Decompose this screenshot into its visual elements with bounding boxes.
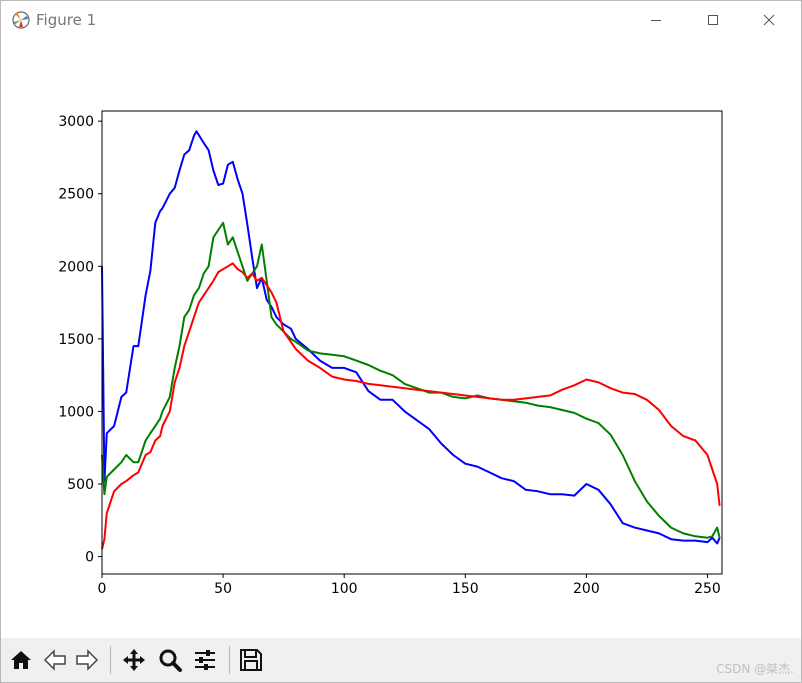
pan-button[interactable]: [120, 646, 148, 674]
close-icon: [763, 14, 775, 26]
y-tick-label: 2500: [58, 187, 94, 203]
home-button[interactable]: [7, 646, 35, 674]
pan-icon: [123, 649, 145, 671]
watermark: CSDN @桀杰.: [716, 662, 794, 676]
title-bar[interactable]: Figure 1: [1, 1, 801, 39]
x-tick-label: 50: [214, 581, 232, 597]
maximize-icon: [708, 15, 718, 25]
window-title: Figure 1: [36, 11, 97, 29]
y-tick-label: 0: [85, 550, 94, 566]
line-chart[interactable]: 0 50 100 150 200 250050010001500200025003000: [1, 39, 801, 638]
x-tick-label: 250: [694, 581, 721, 597]
configure-subplots-icon: [195, 650, 215, 670]
figure-window: Figure 1 0 50 100 150 200 250 0 500 1000 1500 2000…: [0, 0, 802, 683]
back-button[interactable]: [41, 646, 69, 674]
series-line-1: [101, 130, 721, 545]
series-line-2: [101, 221, 721, 539]
zoom-icon: [159, 649, 182, 672]
y-tick-label: 3000: [58, 114, 94, 130]
series-line-3: [101, 262, 721, 550]
matplotlib-logo-icon: [11, 10, 31, 30]
forward-icon: [76, 649, 99, 671]
navigation-toolbar: [1, 638, 801, 682]
x-tick-label: 100: [331, 581, 358, 597]
save-button[interactable]: [237, 646, 265, 674]
maximize-button[interactable]: [690, 5, 736, 35]
y-tick-label: 1000: [58, 404, 94, 420]
x-tick-label: 0: [98, 581, 107, 597]
minimize-icon: [651, 20, 661, 21]
minimize-button[interactable]: [633, 5, 679, 35]
y-tick-label: 2000: [58, 259, 94, 275]
toolbar-separator: [229, 646, 230, 674]
x-tick-label: 200: [573, 581, 600, 597]
back-icon: [43, 649, 66, 671]
home-icon: [11, 651, 31, 669]
y-tick-label: 1500: [58, 332, 94, 348]
toolbar-separator: [110, 646, 111, 674]
y-tick-label: 500: [67, 477, 94, 493]
close-button[interactable]: [746, 5, 792, 35]
axes-frame: [101, 110, 723, 575]
save-icon: [240, 649, 262, 671]
plot-canvas[interactable]: 0 50 100 150 200 250 0 500 1000 1500 2000 2500 3000: [1, 39, 801, 638]
zoom-button[interactable]: [156, 646, 184, 674]
forward-button[interactable]: [73, 646, 101, 674]
configure-subplots-button[interactable]: [191, 646, 219, 674]
x-tick-label: 150: [452, 581, 479, 597]
